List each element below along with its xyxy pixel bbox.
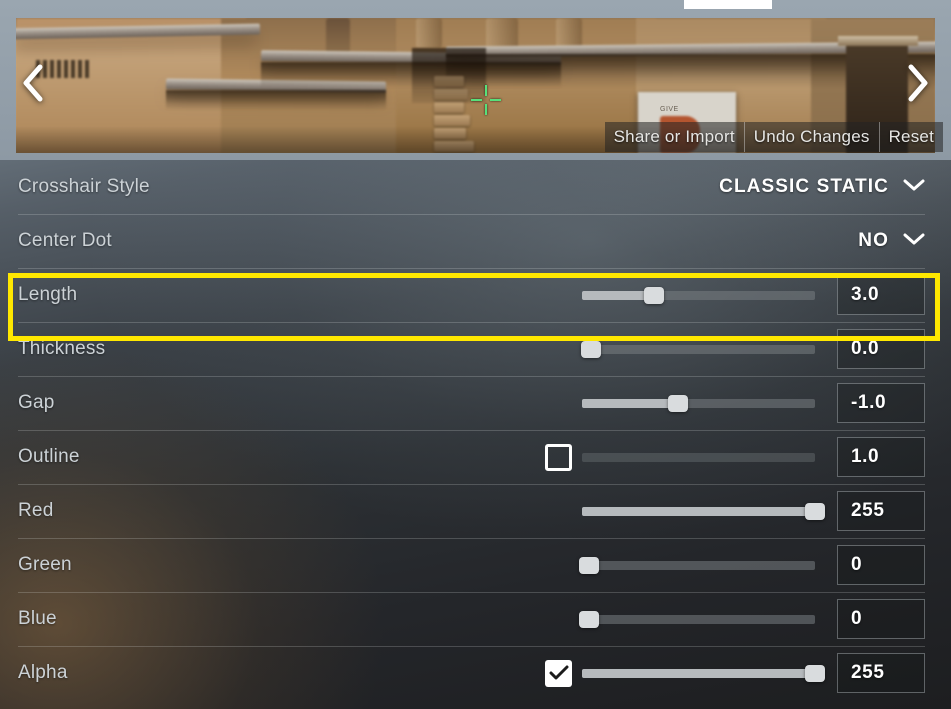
slider-track: [582, 453, 815, 462]
sign-label: GIVE: [660, 106, 679, 113]
preview-action-bar: Share or Import Undo Changes Reset: [604, 122, 943, 152]
red-value-field[interactable]: 255: [837, 491, 925, 531]
green-value-field[interactable]: 0: [837, 545, 925, 585]
slider-thumb[interactable]: [581, 341, 602, 358]
chevron-right-icon: [905, 63, 931, 103]
slider-fill: [582, 669, 815, 678]
share-or-import-button[interactable]: Share or Import: [604, 122, 744, 152]
slider-thumb[interactable]: [578, 611, 599, 628]
setting-label: Outline: [18, 446, 80, 467]
thickness-value-field[interactable]: 0.0: [837, 329, 925, 369]
center-dot-dropdown[interactable]: NO: [858, 230, 925, 252]
value-text: -1.0: [851, 392, 887, 413]
slider-thumb[interactable]: [578, 557, 599, 574]
gap-value-field[interactable]: -1.0: [837, 383, 925, 423]
slider-track: [582, 615, 815, 624]
outline-slider[interactable]: [582, 444, 815, 470]
active-tab-indicator[interactable]: [684, 0, 772, 9]
value-text: 0.0: [851, 338, 880, 359]
value-text: 0: [851, 554, 863, 575]
setting-row-crosshair-style[interactable]: Crosshair Style CLASSIC STATIC: [0, 160, 951, 214]
red-slider[interactable]: [582, 498, 825, 524]
value-text: 3.0: [851, 284, 880, 305]
setting-row-outline[interactable]: Outline 1.0: [0, 430, 951, 484]
dropdown-value: CLASSIC STATIC: [719, 176, 889, 197]
chevron-down-icon: [903, 232, 925, 251]
setting-label: Length: [18, 284, 78, 305]
ledge-shadow-lower: [166, 90, 386, 110]
slider-thumb[interactable]: [667, 395, 688, 412]
value-text: 0: [851, 608, 863, 629]
setting-row-gap[interactable]: Gap -1.0: [0, 376, 951, 430]
crosshair-style-dropdown[interactable]: CLASSIC STATIC: [719, 176, 925, 198]
slider-track: [582, 345, 815, 354]
blue-slider[interactable]: [578, 606, 815, 632]
wall-pillar-1: [326, 18, 350, 54]
setting-row-red[interactable]: Red 255: [0, 484, 951, 538]
outline-checkbox[interactable]: [545, 443, 572, 471]
next-map-button[interactable]: [895, 60, 941, 106]
setting-label: Red: [18, 500, 54, 521]
setting-label: Thickness: [18, 338, 106, 359]
reset-button[interactable]: Reset: [878, 122, 943, 152]
previous-map-button[interactable]: [10, 60, 56, 106]
slider-fill: [582, 399, 678, 408]
slider-track: [582, 561, 815, 570]
blue-value-field[interactable]: 0: [837, 599, 925, 639]
thickness-slider[interactable]: [581, 336, 815, 362]
settings-list: Crosshair Style CLASSIC STATIC Center Do…: [0, 160, 951, 709]
door-lintel: [838, 36, 918, 46]
checkmark-icon: [549, 665, 569, 682]
setting-label: Center Dot: [18, 230, 112, 251]
outline-value-field[interactable]: 1.0: [837, 437, 925, 477]
slider-fill: [582, 507, 815, 516]
setting-row-thickness[interactable]: Thickness 0.0: [0, 322, 951, 376]
alpha-slider[interactable]: [582, 660, 825, 686]
value-text: 1.0: [851, 446, 880, 467]
setting-label: Green: [18, 554, 72, 575]
setting-row-center-dot[interactable]: Center Dot NO: [0, 214, 951, 268]
setting-label: Gap: [18, 392, 55, 413]
dropdown-value: NO: [858, 230, 889, 251]
setting-row-green[interactable]: Green 0: [0, 538, 951, 592]
crosshair-preview-panel: GIVE Share or Import Undo Changes Reset: [0, 0, 951, 160]
setting-label: Crosshair Style: [18, 176, 150, 197]
setting-row-length[interactable]: Length 3.0: [0, 268, 951, 322]
length-value-field[interactable]: 3.0: [837, 275, 925, 315]
setting-label: Alpha: [18, 662, 68, 683]
slider-thumb[interactable]: [644, 287, 665, 304]
alpha-checkbox[interactable]: [545, 659, 572, 687]
setting-row-blue[interactable]: Blue 0: [0, 592, 951, 646]
alpha-value-field[interactable]: 255: [837, 653, 925, 693]
crosshair-preview-icon: [471, 85, 501, 115]
slider-thumb[interactable]: [805, 503, 825, 520]
length-slider[interactable]: [582, 282, 815, 308]
setting-row-alpha[interactable]: Alpha 255: [0, 646, 951, 700]
value-text: 255: [851, 500, 885, 521]
chevron-down-icon: [903, 178, 925, 197]
slider-thumb[interactable]: [805, 665, 825, 682]
setting-label: Blue: [18, 608, 57, 629]
wall-pillar-2: [416, 18, 442, 48]
chevron-left-icon: [20, 63, 46, 103]
green-slider[interactable]: [578, 552, 815, 578]
value-text: 255: [851, 662, 885, 683]
gap-slider[interactable]: [582, 390, 815, 416]
crosshair-settings-screen: GIVE Share or Import Undo Changes Reset …: [0, 0, 951, 709]
undo-changes-button[interactable]: Undo Changes: [743, 122, 879, 152]
